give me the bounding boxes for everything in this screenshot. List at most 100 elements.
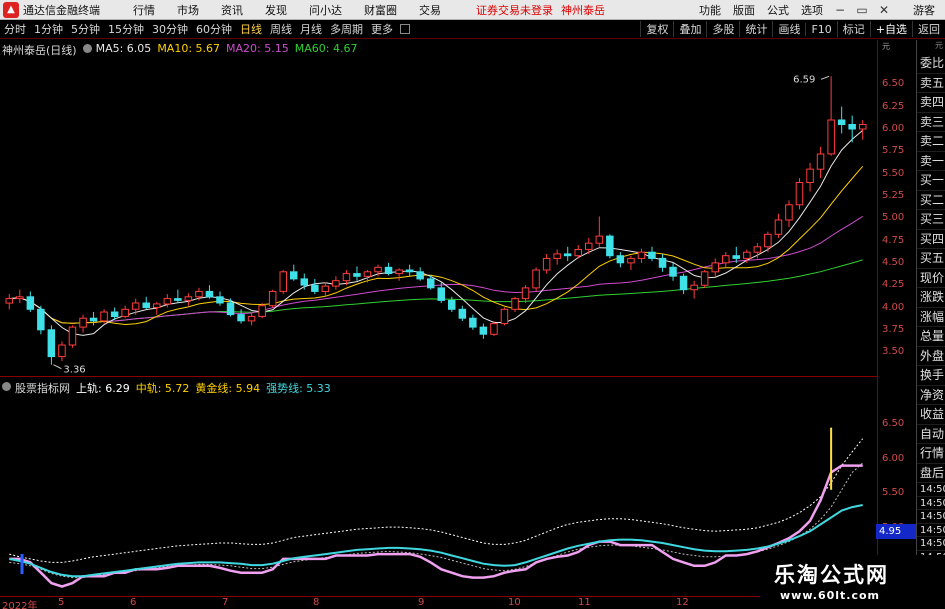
candle-body	[68, 326, 77, 346]
price-tick: 5.00	[882, 212, 905, 224]
adjust-button[interactable]: 复权	[640, 21, 673, 37]
tick-time[interactable]: 14:50	[917, 483, 945, 497]
tick-time[interactable]: 14:50	[917, 537, 945, 551]
menu-item-news[interactable]: 资讯	[210, 2, 254, 18]
menu-item-discover[interactable]: 发现	[254, 2, 298, 18]
menu-item-trade[interactable]: 交易	[408, 2, 452, 18]
menu-item-wealth[interactable]: 财富圈	[353, 2, 408, 18]
candle-body	[142, 302, 150, 308]
gold-line	[9, 462, 864, 579]
quote-field-label[interactable]: 现价	[917, 269, 945, 288]
quote-field-label[interactable]: 买四	[917, 230, 945, 249]
menu-item-market[interactable]: 市场	[166, 2, 210, 18]
close-icon[interactable]: ✕	[873, 3, 895, 17]
watermark: 乐淘公式网 www.60lt.com	[760, 555, 945, 609]
menu-item-ask[interactable]: 问小达	[298, 2, 353, 18]
candle-body	[616, 255, 625, 264]
menu-item-function[interactable]: 功能	[693, 2, 727, 18]
quote-field-label[interactable]: 涨跌	[917, 288, 945, 308]
quote-field-label[interactable]: 净资	[917, 386, 945, 405]
more-dropdown-icon[interactable]	[400, 24, 410, 34]
candle-body	[500, 308, 509, 325]
quote-field-label[interactable]: 卖四	[917, 93, 945, 113]
candle-body	[184, 296, 193, 301]
overlay-button[interactable]: 叠加	[673, 21, 706, 37]
period-tab-multi[interactable]: 多周期	[326, 21, 367, 37]
quote-field-label[interactable]: 换手	[917, 366, 945, 386]
quote-field-label[interactable]: 外盘	[917, 347, 945, 366]
stats-button[interactable]: 统计	[739, 21, 772, 37]
quote-field-label[interactable]: 卖五	[917, 74, 945, 93]
candle-body	[321, 285, 330, 293]
f10-button[interactable]: F10	[805, 22, 836, 36]
period-tab-15min[interactable]: 15分钟	[104, 21, 148, 37]
indicator-chart[interactable]	[0, 378, 877, 596]
candle-body	[332, 280, 340, 287]
quote-field-label[interactable]: 收益	[917, 405, 945, 425]
period-tab-weekly[interactable]: 周线	[266, 21, 296, 37]
side-tab[interactable]: 盘后	[917, 464, 945, 483]
mark-button[interactable]: 标记	[836, 21, 870, 37]
candlestick-chart[interactable]: 6.59 3.36	[0, 40, 877, 377]
quote-field-label[interactable]: 总量	[917, 327, 945, 347]
period-tab-more[interactable]: 更多	[367, 21, 397, 37]
period-tab-5min[interactable]: 5分钟	[67, 21, 104, 37]
candle-body	[110, 311, 119, 317]
period-tab-intraday[interactable]: 分时	[0, 21, 30, 37]
period-tab-60min[interactable]: 60分钟	[192, 21, 236, 37]
quote-field-label[interactable]: 买一	[917, 171, 945, 191]
restore-icon[interactable]: ▭	[851, 3, 873, 17]
menu-item-quotes[interactable]: 行情	[122, 2, 166, 18]
draw-line-button[interactable]: 画线	[772, 21, 805, 37]
price-tick: 3.75	[882, 323, 905, 335]
candle-body	[363, 271, 372, 277]
side-tab[interactable]: 行情	[917, 444, 945, 464]
menu-item-formula[interactable]: 公式	[761, 2, 795, 18]
minimize-icon[interactable]: −	[829, 3, 851, 17]
indicator-pane[interactable]: 股票指标网 上轨: 6.29 中轨: 5.72 黄金线: 5.94 强势线: 5…	[0, 378, 877, 596]
price-tick: 6.25	[882, 100, 905, 112]
add-watchlist-button[interactable]: +自选	[869, 21, 912, 37]
legend-settings-icon[interactable]	[82, 44, 92, 53]
back-button[interactable]: 返回	[912, 21, 945, 37]
quote-field-label[interactable]: 卖三	[917, 113, 945, 132]
period-tab-30min[interactable]: 30分钟	[148, 21, 192, 37]
indicator-tick: 6.50	[882, 418, 905, 430]
indicator-settings-icon[interactable]	[2, 382, 11, 391]
candle-body	[743, 251, 751, 259]
candle-body	[837, 119, 846, 125]
side-tab[interactable]: 自动	[917, 425, 945, 444]
legend-strong: 强势线: 5.33	[266, 382, 331, 395]
candle-body	[658, 257, 667, 268]
quote-field-label[interactable]: 涨幅	[917, 308, 945, 327]
candle-body	[648, 251, 656, 259]
year-label: 2022年	[2, 601, 38, 609]
period-tab-monthly[interactable]: 月线	[296, 21, 326, 37]
quote-field-label[interactable]: 卖二	[917, 132, 945, 152]
quote-field-label[interactable]: 卖一	[917, 152, 945, 171]
tick-time[interactable]: 14:50	[917, 510, 945, 524]
candle-body	[732, 255, 740, 259]
quote-field-label[interactable]: 委比	[917, 54, 945, 74]
quote-field-label[interactable]: 买三	[917, 210, 945, 230]
login-warning[interactable]: 证券交易未登录	[472, 2, 557, 18]
menu-item-layout[interactable]: 版面	[727, 2, 761, 18]
candle-body	[395, 269, 403, 275]
quote-field-label[interactable]: 买二	[917, 191, 945, 210]
candle-body	[532, 269, 540, 289]
period-tab-daily[interactable]: 日线	[236, 21, 266, 37]
tick-time[interactable]: 14:50	[917, 524, 945, 537]
candlestick-pane[interactable]: 6.59 3.36 神州泰岳(日线) MA5: 6.05 MA10: 5.67 M…	[0, 40, 877, 377]
candle-body	[669, 266, 677, 277]
app-logo-icon: ▲	[3, 1, 19, 18]
quote-field-label[interactable]: 买五	[917, 249, 945, 269]
candle-body	[37, 308, 45, 331]
multi-stock-button[interactable]: 多股	[706, 21, 739, 37]
tick-time[interactable]: 14:50	[917, 497, 945, 510]
guest-user[interactable]: 游客	[913, 2, 935, 18]
menu-item-options[interactable]: 选项	[795, 2, 829, 18]
axis-unit: 元	[882, 42, 890, 51]
period-tab-1min[interactable]: 1分钟	[30, 21, 67, 37]
candle-body	[195, 290, 203, 298]
candle-body	[553, 253, 561, 259]
